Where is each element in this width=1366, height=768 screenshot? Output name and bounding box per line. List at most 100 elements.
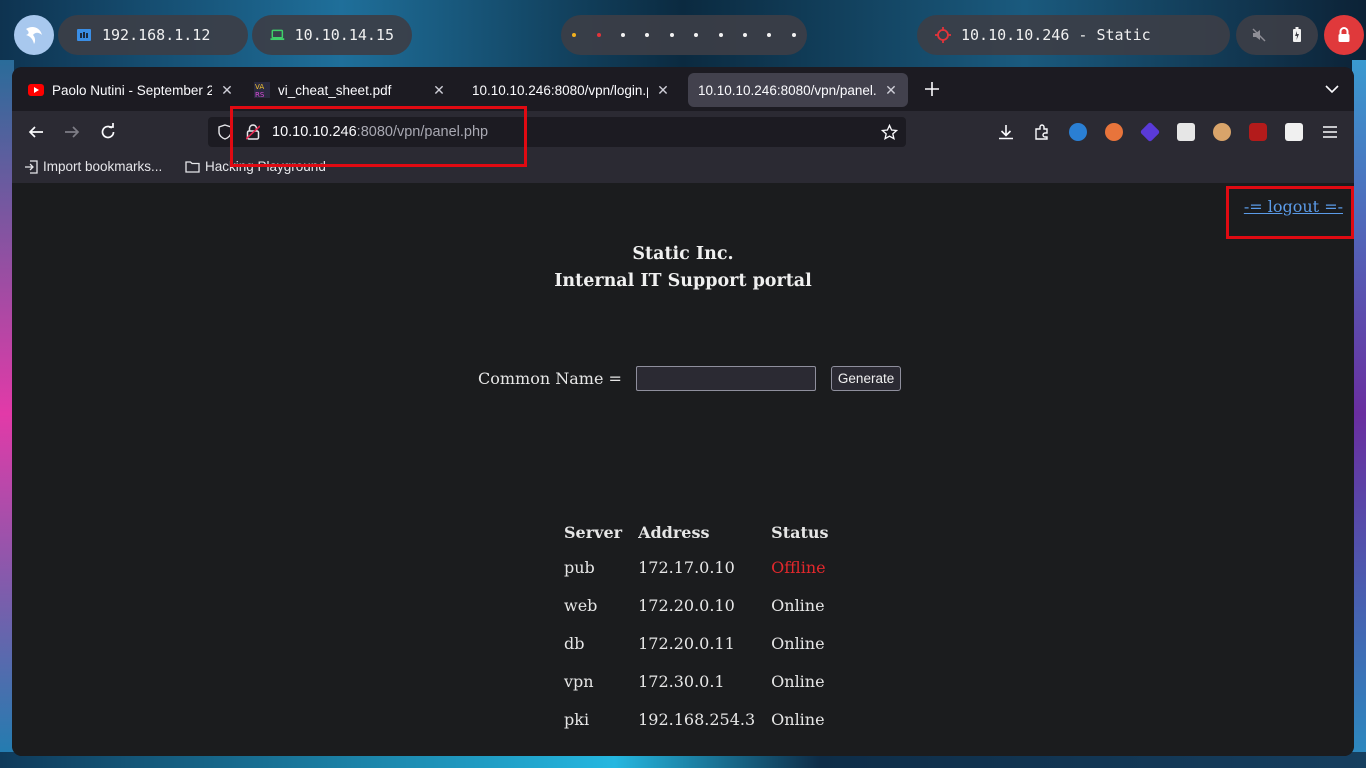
generate-button[interactable]: Generate	[830, 366, 902, 391]
hamburger-menu-icon	[1323, 126, 1337, 138]
page-heading: Static Inc. Internal IT Support portal	[12, 241, 1354, 295]
list-all-tabs-button[interactable]	[1322, 79, 1342, 99]
server-name: db	[564, 633, 585, 653]
server-status: Offline	[771, 557, 826, 577]
tab-title: vi_cheat_sheet.pdf	[278, 82, 392, 98]
extension-cookie-icon[interactable]	[1105, 123, 1123, 141]
bookmark-label: Import bookmarks...	[43, 159, 163, 174]
qr-code-icon[interactable]	[1285, 123, 1303, 141]
server-address: 172.30.0.1	[638, 671, 725, 691]
table-header-row: Server Address Status	[562, 516, 842, 548]
system-tray[interactable]	[1236, 15, 1318, 55]
tab-pdf[interactable]: VA RS vi_cheat_sheet.pdf ✕	[244, 73, 456, 107]
reload-icon	[101, 123, 115, 139]
close-tab-icon[interactable]: ✕	[656, 82, 670, 99]
server-name: pki	[564, 709, 590, 729]
table-row: pki 192.168.254.3 Online	[562, 700, 842, 738]
volume-muted-icon[interactable]	[1252, 28, 1266, 42]
column-header-server: Server	[564, 522, 623, 542]
generate-form: Common Name = Generate	[478, 366, 902, 391]
server-status: Online	[771, 709, 825, 729]
forward-button[interactable]	[60, 120, 84, 144]
reload-button[interactable]	[96, 120, 120, 144]
browser-window: Paolo Nutini - September 2 ✕ VA RS vi_ch…	[12, 67, 1354, 756]
close-tab-icon[interactable]: ✕	[220, 82, 234, 99]
target-widget: 10.10.10.246 - Static	[917, 15, 1230, 55]
workspace-dot[interactable]	[767, 33, 772, 37]
pdf-icon: VA RS	[254, 82, 270, 98]
tab-title: 10.10.10.246:8080/vpn/panel.p	[698, 82, 876, 98]
new-tab-button[interactable]	[920, 77, 944, 101]
workspace-dot[interactable]	[620, 33, 625, 37]
battery-icon[interactable]	[1292, 27, 1302, 43]
table-row: db 172.20.0.11 Online	[562, 624, 842, 662]
vpn-ip-text: 10.10.14.15	[294, 26, 394, 44]
target-text: 10.10.10.246 - Static	[961, 26, 1151, 44]
url-highlight-box	[230, 106, 527, 167]
youtube-icon	[28, 84, 44, 96]
workspace-dot[interactable]	[742, 33, 747, 37]
local-ip-text: 192.168.1.12	[102, 26, 211, 44]
plus-icon	[925, 82, 939, 96]
desktop-wallpaper-right	[1352, 60, 1366, 768]
close-tab-icon[interactable]: ✕	[884, 82, 898, 99]
extension-foxy-icon[interactable]	[1213, 123, 1231, 141]
extension-owl-icon[interactable]	[1069, 123, 1087, 141]
navigation-toolbar: 10.10.10.246:8080/vpn/panel.php	[12, 111, 1354, 153]
server-name: pub	[564, 557, 595, 577]
table-row: web 172.20.0.10 Online	[562, 586, 842, 624]
downloads-button[interactable]	[997, 123, 1015, 141]
lock-icon	[1338, 27, 1350, 42]
workspace-dot[interactable]	[669, 33, 674, 37]
extensions-button[interactable]	[1033, 123, 1051, 141]
column-header-address: Address	[638, 522, 710, 542]
extension-cards-icon[interactable]	[1177, 123, 1195, 141]
close-tab-icon[interactable]: ✕	[432, 82, 446, 99]
table-row: pub 172.17.0.10 Offline	[562, 548, 842, 586]
bookmark-import[interactable]: Import bookmarks...	[24, 159, 162, 174]
tab-title: Paolo Nutini - September 2	[52, 82, 212, 98]
workspace-dot[interactable]	[791, 33, 796, 37]
lock-screen-button[interactable]	[1324, 15, 1364, 55]
local-ip-widget: 192.168.1.12	[58, 15, 248, 55]
server-status: Online	[771, 595, 825, 615]
company-name: Static Inc.	[632, 244, 734, 264]
tab-youtube[interactable]: Paolo Nutini - September 2 ✕	[18, 73, 244, 107]
column-header-status: Status	[771, 522, 829, 542]
svg-text:VA: VA	[255, 83, 264, 91]
kali-launcher-button[interactable]	[14, 15, 54, 55]
puzzle-icon	[1035, 124, 1048, 140]
tab-login[interactable]: 10.10.10.246:8080/vpn/login.p ✕	[462, 73, 680, 107]
page-content: -= logout =- Static Inc. Internal IT Sup…	[12, 183, 1354, 756]
portal-title: Internal IT Support portal	[554, 271, 812, 291]
server-name: vpn	[564, 671, 594, 691]
import-icon	[25, 159, 38, 174]
svg-text:RS: RS	[255, 91, 265, 98]
download-icon	[999, 125, 1013, 140]
arrow-left-icon	[28, 126, 43, 138]
common-name-label: Common Name =	[478, 369, 622, 388]
server-name: web	[564, 595, 598, 615]
extension-diamond-icon[interactable]	[1139, 121, 1161, 143]
menu-button[interactable]	[1321, 123, 1339, 141]
workspace-dot[interactable]	[718, 33, 723, 37]
workspace-dot[interactable]	[596, 33, 601, 37]
server-address: 172.20.0.11	[638, 633, 735, 653]
ublock-icon[interactable]	[1249, 123, 1267, 141]
common-name-input[interactable]	[635, 366, 816, 391]
folder-icon	[185, 161, 200, 173]
arrow-right-icon	[65, 126, 80, 138]
tab-bar: Paolo Nutini - September 2 ✕ VA RS vi_ch…	[12, 67, 1354, 111]
workspace-dot[interactable]	[694, 33, 699, 37]
workspace-switcher[interactable]	[561, 15, 807, 55]
laptop-icon	[270, 29, 285, 41]
workspace-dot[interactable]	[645, 33, 650, 37]
tab-panel[interactable]: 10.10.10.246:8080/vpn/panel.p ✕	[688, 73, 908, 107]
workspace-dot[interactable]	[572, 33, 577, 37]
bookmark-star-icon[interactable]	[881, 123, 898, 141]
back-button[interactable]	[24, 120, 48, 144]
server-address: 192.168.254.3	[638, 709, 756, 729]
server-address: 172.20.0.10	[638, 595, 735, 615]
vpn-ip-widget: 10.10.14.15	[252, 15, 412, 55]
server-address: 172.17.0.10	[638, 557, 735, 577]
